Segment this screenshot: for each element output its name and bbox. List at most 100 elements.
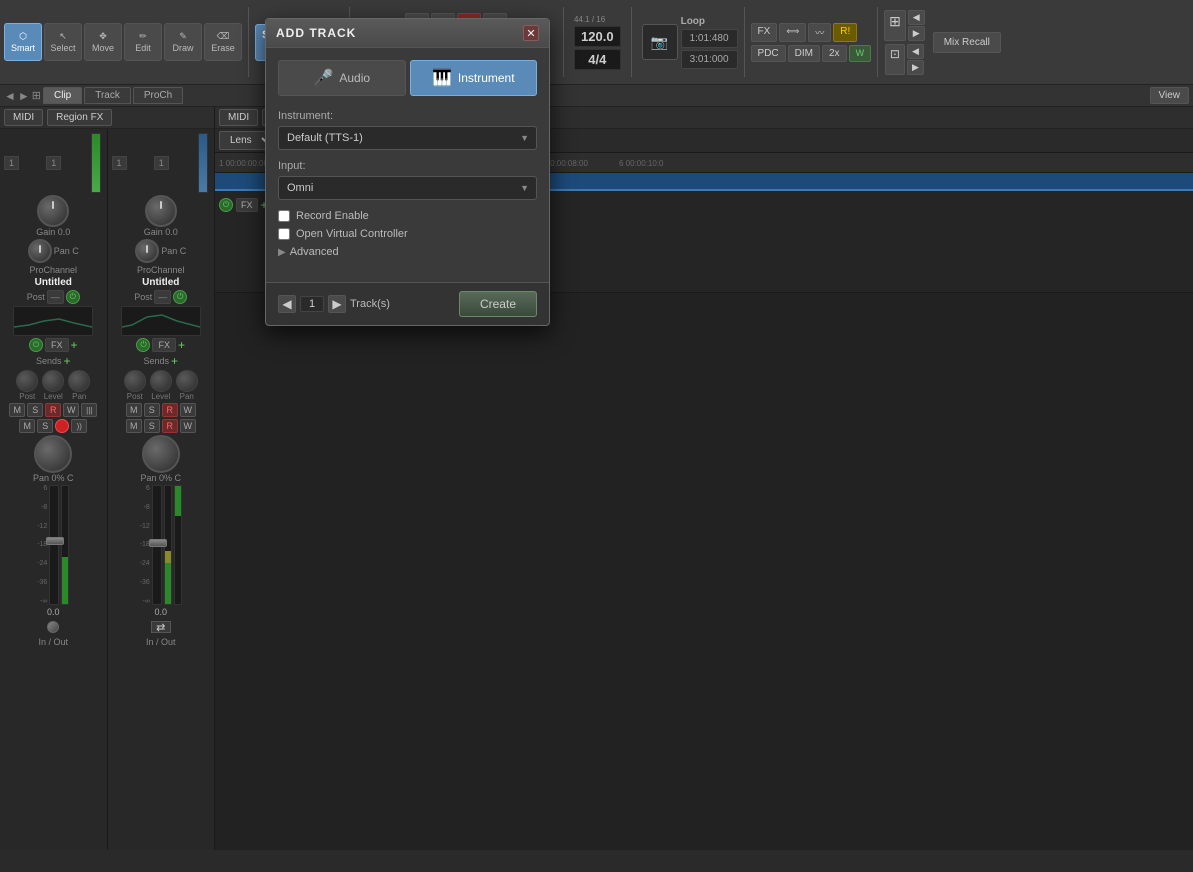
wave-btn[interactable]: 〰 bbox=[808, 23, 831, 42]
post-knob-2[interactable] bbox=[124, 370, 146, 392]
midi-btn[interactable]: MIDI bbox=[4, 109, 43, 126]
meter-value[interactable]: 4/4 bbox=[574, 49, 621, 70]
ratio-btn[interactable]: 2x bbox=[822, 45, 847, 62]
fx-add-2[interactable]: + bbox=[178, 338, 185, 352]
dialog-tab-audio[interactable]: 🎤 Audio bbox=[278, 60, 406, 96]
rec-arm-btn-2b[interactable]: R bbox=[162, 419, 178, 433]
mix-recall-btn[interactable]: Mix Recall bbox=[933, 32, 1001, 53]
pdc-btn[interactable]: PDC bbox=[751, 45, 786, 62]
solo-btn-1b[interactable]: S bbox=[37, 419, 53, 433]
sends-add-1[interactable]: + bbox=[64, 354, 71, 368]
grid-icon[interactable]: ⊞ bbox=[32, 89, 41, 102]
mute-btn-2b[interactable]: M bbox=[126, 419, 142, 433]
gain-knob-1[interactable] bbox=[37, 195, 69, 227]
region-fx-btn[interactable]: Region FX bbox=[47, 109, 112, 126]
post-btn-1[interactable]: — bbox=[47, 290, 64, 304]
prev-count-btn[interactable]: ◀ bbox=[278, 295, 296, 313]
prev-btn2[interactable]: ◀ bbox=[907, 44, 924, 59]
fx-label-2[interactable]: FX bbox=[152, 338, 176, 352]
prev-size-btn[interactable]: ◀ bbox=[908, 10, 925, 25]
arrows-icon-2[interactable]: ⇄ bbox=[151, 621, 171, 633]
post-btn-2[interactable]: — bbox=[154, 290, 171, 304]
record-enable-checkbox[interactable] bbox=[278, 210, 290, 222]
write-btn-2b[interactable]: W bbox=[180, 419, 196, 433]
fx-power-2[interactable]: ⏻ bbox=[136, 338, 150, 352]
pan-knob-2[interactable] bbox=[135, 239, 159, 263]
power-btn-1[interactable]: ⏻ bbox=[66, 290, 80, 304]
rec-arm-btn-2[interactable]: R bbox=[162, 403, 178, 417]
solo-btn-2b[interactable]: S bbox=[144, 419, 160, 433]
level-knob-2[interactable] bbox=[150, 370, 172, 392]
pan-knob-sm-1[interactable] bbox=[68, 370, 90, 392]
pan-large-knob-1[interactable] bbox=[34, 435, 72, 473]
smart-tool-btn[interactable]: ⬡ Smart bbox=[4, 23, 42, 61]
nav-arrows: ◄ ► ⊞ bbox=[4, 89, 41, 103]
fx-power-1[interactable]: ⏻ bbox=[29, 338, 43, 352]
solo-btn-2[interactable]: S bbox=[144, 403, 160, 417]
meter-btn-1[interactable]: ||| bbox=[81, 403, 97, 417]
expand-btn[interactable]: ⊞ bbox=[884, 10, 906, 41]
sends-add-2[interactable]: + bbox=[171, 354, 178, 368]
track-name-1[interactable]: Untitled bbox=[35, 277, 72, 288]
back-icon[interactable]: ◄ bbox=[4, 89, 16, 103]
draw-tool-btn[interactable]: ✎ Draw bbox=[164, 23, 202, 61]
fx-add-1[interactable]: + bbox=[71, 338, 78, 352]
next-btn2[interactable]: ▶ bbox=[907, 60, 924, 75]
open-virtual-checkbox[interactable] bbox=[278, 228, 290, 240]
mute-btn-2[interactable]: M bbox=[126, 403, 142, 417]
track-name-2[interactable]: Untitled bbox=[142, 277, 179, 288]
bpm-value[interactable]: 120.0 bbox=[574, 26, 621, 47]
headphone-icon-1[interactable] bbox=[47, 621, 59, 633]
post-knob-1[interactable] bbox=[16, 370, 38, 392]
dim-btn[interactable]: DIM bbox=[788, 45, 820, 62]
tab-track[interactable]: Track bbox=[84, 87, 131, 104]
edit-tool-btn[interactable]: ✏ Edit bbox=[124, 23, 162, 61]
forward-icon[interactable]: ► bbox=[18, 89, 30, 103]
loop-val1[interactable]: 1:01:480 bbox=[681, 29, 738, 48]
fx-btn[interactable]: FX bbox=[751, 23, 778, 42]
advanced-row[interactable]: ▶ Advanced bbox=[278, 246, 537, 258]
write-btn-2[interactable]: W bbox=[180, 403, 196, 417]
pan-knob-sm-2[interactable] bbox=[176, 370, 198, 392]
create-btn[interactable]: Create bbox=[459, 291, 537, 317]
write-btn-1[interactable]: W bbox=[63, 403, 79, 417]
gain-knob-2[interactable] bbox=[145, 195, 177, 227]
dialog-tab-instrument[interactable]: 🎹 Instrument bbox=[410, 60, 538, 96]
pan-large-knob-2[interactable] bbox=[142, 435, 180, 473]
mute-btn-1b[interactable]: M bbox=[19, 419, 35, 433]
shrink-btn[interactable]: ⊡ bbox=[885, 44, 905, 75]
dialog-close-btn[interactable]: ✕ bbox=[523, 25, 539, 41]
record-armed-btn[interactable]: R! bbox=[833, 23, 857, 42]
next-size-btn[interactable]: ▶ bbox=[908, 26, 925, 41]
record-enable-label[interactable]: Record Enable bbox=[296, 210, 369, 222]
tab-clip[interactable]: Clip bbox=[43, 87, 82, 104]
fader-handle-1[interactable] bbox=[46, 537, 64, 545]
move-tool-btn[interactable]: ✥ Move bbox=[84, 23, 122, 61]
erase-tool-btn[interactable]: ⌫ Erase bbox=[204, 23, 242, 61]
power-mini-1[interactable]: ⏻ bbox=[219, 198, 233, 212]
level-knob-1[interactable] bbox=[42, 370, 64, 392]
fader-track-2[interactable] bbox=[152, 485, 162, 605]
mute-btn-1[interactable]: M bbox=[9, 403, 25, 417]
fader-track-1[interactable] bbox=[49, 485, 59, 605]
tab-proch[interactable]: ProCh bbox=[133, 87, 183, 104]
open-virtual-label[interactable]: Open Virtual Controller bbox=[296, 228, 408, 240]
post-row-1: Post — ⏻ bbox=[27, 290, 80, 304]
power-btn-2[interactable]: ⏻ bbox=[173, 290, 187, 304]
loop-val2[interactable]: 3:01:000 bbox=[681, 50, 738, 69]
fader-handle-2[interactable] bbox=[149, 539, 167, 547]
instrument-select[interactable]: Default (TTS-1) Dimension Pro Rapture bbox=[278, 126, 537, 150]
vu-btn[interactable]: W bbox=[849, 45, 872, 62]
pan-knob-1[interactable] bbox=[28, 239, 52, 263]
stereo-btn[interactable]: ⟺ bbox=[779, 23, 806, 42]
rec-arm-btn-1[interactable]: R bbox=[45, 403, 61, 417]
solo-btn-1[interactable]: S bbox=[27, 403, 43, 417]
fx-mini-1[interactable]: FX bbox=[236, 198, 258, 212]
midi-btn-track[interactable]: MIDI bbox=[219, 109, 258, 126]
fx-label-1[interactable]: FX bbox=[45, 338, 69, 352]
select-tool-btn[interactable]: ↖ Select bbox=[44, 23, 82, 61]
monitor-btn-1[interactable]: )) bbox=[71, 419, 87, 433]
input-select[interactable]: Omni MIDI Input 1 bbox=[278, 176, 537, 200]
view-btn[interactable]: View bbox=[1150, 87, 1190, 104]
next-count-btn[interactable]: ▶ bbox=[328, 295, 346, 313]
